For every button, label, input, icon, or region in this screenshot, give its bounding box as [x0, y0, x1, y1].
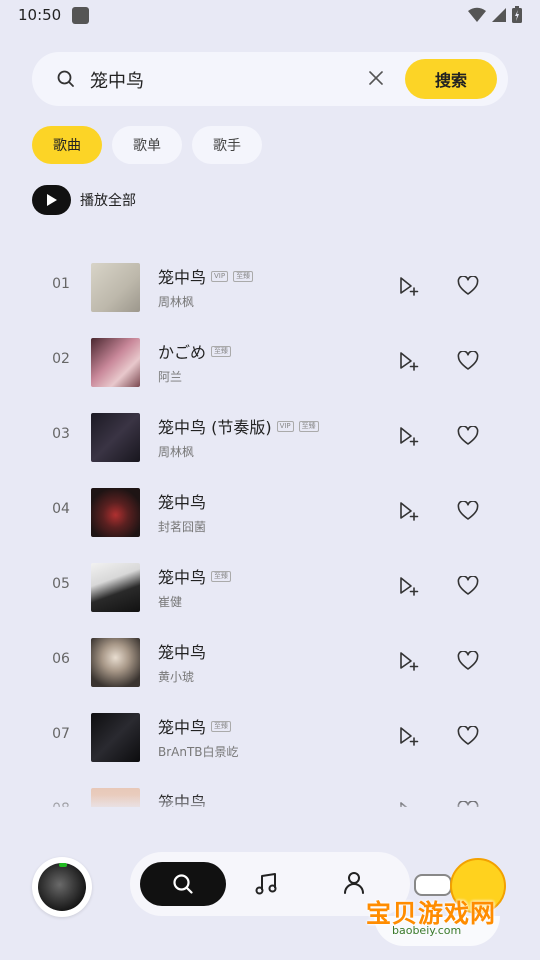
heart-icon[interactable] — [457, 576, 479, 596]
search-input[interactable] — [88, 63, 362, 97]
song-title: 笼中鸟 — [158, 568, 207, 587]
status-icons — [468, 6, 522, 23]
add-to-playlist-icon[interactable] — [398, 725, 420, 747]
song-title-line: 笼中鸟 至臻 — [158, 714, 232, 738]
song-title-line: 笼中鸟 (节奏版) VIP 至臻 — [158, 414, 319, 438]
heart-icon[interactable] — [457, 351, 479, 371]
gamepad-icon — [414, 874, 452, 896]
album-cover — [91, 563, 140, 612]
wifi-icon — [468, 7, 486, 22]
add-to-playlist-icon[interactable] — [398, 500, 420, 522]
play-icon — [32, 185, 71, 215]
notification-icon — [72, 7, 89, 24]
song-row[interactable]: 05 笼中鸟 至臻 崔健 — [0, 549, 540, 624]
status-time: 10:50 — [18, 6, 62, 24]
song-title: 笼中鸟 — [158, 643, 207, 662]
add-to-playlist-icon[interactable] — [398, 350, 420, 372]
song-artist: 黄小琥 — [158, 670, 195, 684]
album-cover — [91, 263, 140, 312]
play-all-button[interactable]: 播放全部 — [32, 185, 136, 215]
song-title-line: 笼中鸟 VIP 至臻 — [158, 264, 254, 288]
add-to-playlist-icon[interactable] — [398, 425, 420, 447]
status-bar: 10:50 — [0, 0, 540, 32]
heart-icon[interactable] — [457, 726, 479, 746]
quality-badge: 至臻 — [298, 420, 319, 432]
song-title: 笼中鸟 (节奏版) — [158, 418, 272, 437]
song-title-line: 笼中鸟 至臻 — [158, 564, 232, 588]
tab-playlists[interactable]: 歌单 — [112, 126, 182, 164]
category-tabs: 歌曲 歌单 歌手 — [32, 126, 262, 164]
song-artist: 周林枫 — [158, 295, 195, 309]
song-title: 笼中鸟 — [158, 493, 207, 512]
song-artist: 封茗囧菌 — [158, 520, 207, 534]
quality-badge: 至臻 — [233, 270, 254, 282]
search-button[interactable]: 搜索 — [405, 59, 497, 99]
heart-icon[interactable] — [457, 501, 479, 521]
quality-badge: VIP — [211, 270, 229, 282]
song-row[interactable]: 03 笼中鸟 (节奏版) VIP 至臻 周林枫 — [0, 399, 540, 474]
search-icon — [173, 874, 193, 894]
quality-badge: VIP — [276, 420, 294, 432]
song-index: 01 — [52, 276, 70, 292]
song-list: 01 笼中鸟 VIP 至臻 周林枫 02 かごめ 至臻 阿兰 03 笼中鸟 (节… — [0, 249, 540, 807]
tab-artists[interactable]: 歌手 — [192, 126, 262, 164]
song-artist: BrAnTB白景屹 — [158, 745, 239, 759]
song-index: 06 — [52, 651, 70, 667]
song-title: かごめ — [158, 343, 207, 362]
album-cover — [91, 413, 140, 462]
nav-search-button[interactable] — [140, 862, 226, 906]
album-cover — [91, 713, 140, 762]
quality-badge: 至臻 — [211, 720, 232, 732]
battery-icon — [512, 6, 522, 23]
song-row[interactable]: 04 笼中鸟 封茗囧菌 — [0, 474, 540, 549]
watermark-url: baobeiy.com — [392, 924, 462, 937]
song-row[interactable]: 01 笼中鸟 VIP 至臻 周林枫 — [0, 249, 540, 324]
song-index: 05 — [52, 576, 70, 592]
song-index: 02 — [52, 351, 70, 367]
song-title-line: 笼中鸟 — [158, 639, 206, 663]
add-to-playlist-icon[interactable] — [398, 575, 420, 597]
song-title-line: 笼中鸟 — [158, 489, 206, 513]
clear-icon[interactable] — [368, 70, 384, 86]
song-row[interactable]: 07 笼中鸟 至臻 BrAnTB白景屹 — [0, 699, 540, 774]
song-row[interactable]: 06 笼中鸟 黄小琥 — [0, 624, 540, 699]
heart-icon[interactable] — [457, 651, 479, 671]
play-all-label: 播放全部 — [80, 193, 136, 209]
song-artist: 周林枫 — [158, 445, 195, 459]
search-icon — [57, 70, 74, 87]
song-index: 04 — [52, 501, 70, 517]
song-artist: 阿兰 — [158, 370, 183, 384]
signal-icon — [492, 7, 506, 22]
song-index: 07 — [52, 726, 70, 742]
song-title: 笼中鸟 — [158, 268, 207, 287]
search-bar: 搜索 — [32, 52, 508, 106]
album-cover — [91, 638, 140, 687]
playing-indicator — [59, 863, 67, 867]
mini-player-disc[interactable] — [32, 857, 92, 917]
add-to-playlist-icon[interactable] — [398, 275, 420, 297]
list-fade — [0, 795, 540, 815]
album-cover — [91, 338, 140, 387]
add-to-playlist-icon[interactable] — [398, 650, 420, 672]
song-title-line: かごめ 至臻 — [158, 339, 232, 363]
watermark-logo: 宝贝游戏网 baobeiy.com — [362, 856, 512, 948]
heart-icon[interactable] — [457, 276, 479, 296]
song-row[interactable]: 02 かごめ 至臻 阿兰 — [0, 324, 540, 399]
album-art-disc — [38, 863, 86, 911]
song-artist: 崔健 — [158, 595, 183, 609]
album-cover — [91, 488, 140, 537]
music-note-icon[interactable] — [254, 871, 280, 897]
tab-songs[interactable]: 歌曲 — [32, 126, 102, 164]
song-title: 笼中鸟 — [158, 718, 207, 737]
song-index: 03 — [52, 426, 70, 442]
heart-icon[interactable] — [457, 426, 479, 446]
quality-badge: 至臻 — [211, 345, 232, 357]
quality-badge: 至臻 — [211, 570, 232, 582]
